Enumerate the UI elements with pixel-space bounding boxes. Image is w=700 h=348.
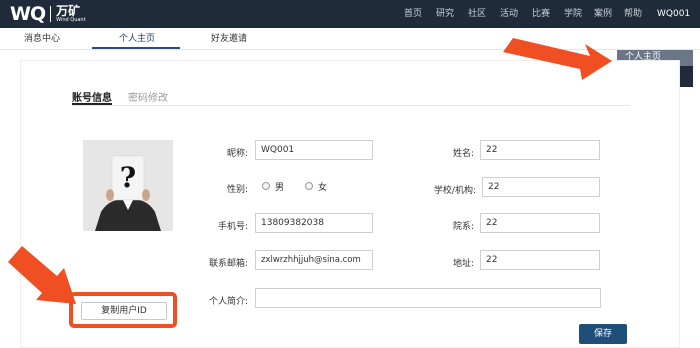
nav-events[interactable]: 活动 [500, 0, 518, 28]
tab-messages[interactable]: 消息中心 [24, 28, 60, 50]
logo-text: 万矿 Wind Quant [56, 5, 85, 23]
nickname-label: 昵称: [226, 149, 248, 159]
save-button[interactable]: 保存 [579, 324, 627, 344]
bio-field[interactable] [255, 288, 601, 308]
nav-academy[interactable]: 学院 [564, 0, 582, 28]
logo-name-cn: 万矿 [56, 4, 81, 18]
email-field[interactable]: zxlwrzhhjjuh@sina.com [255, 250, 373, 270]
address-label: 地址: [452, 259, 474, 269]
user-menu[interactable]: WQ001 [657, 0, 700, 44]
gender-label: 性别: [226, 185, 248, 195]
nav-community[interactable]: 社区 [468, 0, 486, 28]
logo-name-en: Wind Quant [56, 17, 86, 23]
address-field[interactable]: 22 [480, 250, 600, 270]
avatar[interactable]: ? [83, 140, 173, 231]
unknown-user-icon: ? [83, 140, 173, 231]
department-field[interactable]: 22 [480, 213, 600, 233]
nickname-field[interactable]: WQ001 [255, 140, 373, 160]
nav-help[interactable]: 帮助 [624, 0, 642, 28]
name-label: 姓名: [452, 149, 474, 159]
school-label: 学校/机构: [433, 186, 476, 196]
bio-label: 个人简介: [208, 297, 248, 307]
nav-research[interactable]: 研究 [436, 0, 454, 28]
gender-female-radio[interactable] [305, 182, 313, 190]
tab-password-change[interactable]: 密码修改 [128, 89, 168, 104]
phone-label: 手机号: [217, 222, 248, 232]
gender-female-label: 女 [318, 183, 328, 193]
user-name: WQ001 [657, 9, 691, 19]
gender-male-label: 男 [275, 183, 285, 193]
tab-account-info[interactable]: 账号信息 [72, 89, 112, 104]
logo-divider [50, 6, 52, 22]
school-field[interactable]: 22 [482, 177, 600, 197]
logo-mark: WQ [10, 3, 46, 25]
nav-competition[interactable]: 比赛 [532, 0, 550, 28]
email-label: 联系邮箱: [208, 259, 248, 269]
svg-text:?: ? [120, 161, 136, 194]
top-nav-bar: WQ 万矿 Wind Quant 首页 研究 社区 活动 比赛 学院 案例 帮助… [0, 0, 700, 44]
divider [72, 105, 630, 106]
logo[interactable]: WQ 万矿 Wind Quant [10, 3, 86, 25]
nav-home[interactable]: 首页 [404, 0, 422, 28]
tab-invite[interactable]: 好友邀请 [211, 28, 247, 50]
department-label: 院系: [452, 222, 474, 232]
phone-field[interactable]: 13809382038 [255, 213, 373, 233]
nav-cases[interactable]: 案例 [594, 0, 612, 28]
highlight-box [69, 292, 177, 328]
active-tab-indicator [92, 47, 180, 49]
name-field[interactable]: 22 [480, 140, 600, 160]
gender-male-radio[interactable] [262, 182, 270, 190]
